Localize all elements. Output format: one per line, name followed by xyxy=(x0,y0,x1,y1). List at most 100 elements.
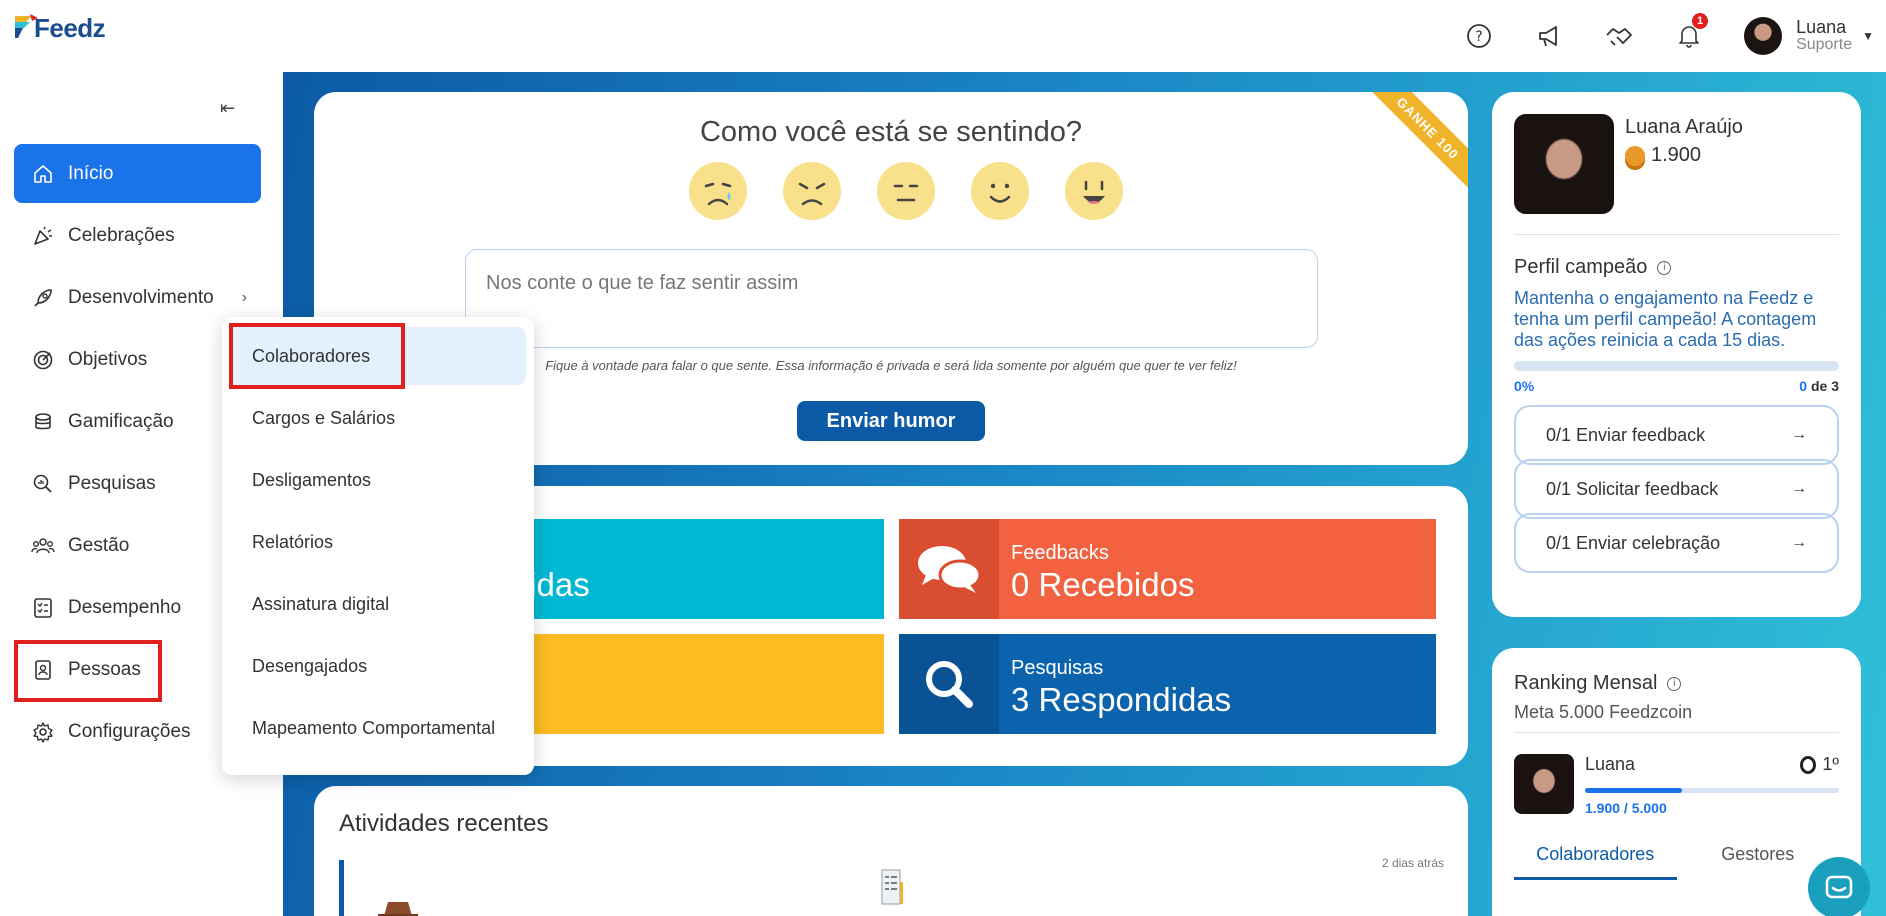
ranking-position: 1º xyxy=(1800,754,1839,775)
coins-icon xyxy=(30,409,56,435)
activities-title: Atividades recentes xyxy=(339,810,549,837)
tab-colaboradores[interactable]: Colaboradores xyxy=(1514,844,1677,880)
request-feedback-action[interactable]: 0/1 Solicitar feedback → xyxy=(1514,459,1839,519)
crying-emoji-icon[interactable] xyxy=(689,162,747,220)
pessoas-submenu: Colaboradores Cargos e Salários Desligam… xyxy=(222,317,534,775)
sidebar-item-celebracoes[interactable]: Celebrações xyxy=(14,206,261,265)
progress-percent: 0% xyxy=(1514,378,1535,394)
logo-text: Feedz xyxy=(34,13,106,43)
help-icon[interactable]: ? xyxy=(1464,21,1494,51)
send-celebration-action[interactable]: 0/1 Enviar celebração → xyxy=(1514,513,1839,573)
medal-icon xyxy=(1800,755,1817,774)
ranking-user-name: Luana xyxy=(1585,754,1636,774)
sidebar-item-label: Celebrações xyxy=(68,224,175,246)
emoji-row xyxy=(689,162,1159,220)
neutral-emoji-icon[interactable] xyxy=(877,162,935,220)
checklist-doc-icon xyxy=(881,869,903,905)
svg-text:?: ? xyxy=(1475,29,1482,45)
collapse-sidebar-icon[interactable]: ⇤ xyxy=(220,98,235,119)
ranking-avatar xyxy=(1514,754,1574,814)
sidebar-item-inicio[interactable]: Início xyxy=(14,144,261,203)
bell-icon[interactable]: 1 xyxy=(1674,13,1709,51)
sidebar-item-label: Objetivos xyxy=(68,348,148,370)
info-icon[interactable]: i xyxy=(1667,676,1682,691)
stats-tile-pesquisas[interactable]: Pesquisas 3 Respondidas xyxy=(899,634,1436,734)
sad-emoji-icon[interactable] xyxy=(783,162,841,220)
gear-icon xyxy=(30,719,56,745)
ranking-position-value: 1º xyxy=(1822,754,1839,774)
profile-card: Luana Araújo 1.900 Perfil campeão i Mant… xyxy=(1492,92,1861,617)
submenu-item-relatorios[interactable]: Relatórios xyxy=(230,513,526,571)
arrow-right-icon: → xyxy=(1791,426,1807,443)
user-menu[interactable]: Luana Suporte ▼ xyxy=(1744,17,1874,55)
submenu-item-assinatura-digital[interactable]: Assinatura digital xyxy=(230,575,526,633)
submenu-item-cargos-salarios[interactable]: Cargos e Salários xyxy=(230,389,526,447)
ranking-title-text: Ranking Mensal xyxy=(1514,672,1658,694)
caret-down-icon: ▼ xyxy=(1862,29,1874,43)
very-happy-emoji-icon[interactable] xyxy=(1065,162,1123,220)
sidebar-item-desenvolvimento[interactable]: Desenvolvimento › xyxy=(14,268,261,327)
send-feedback-action[interactable]: 0/1 Enviar feedback → xyxy=(1514,405,1839,465)
feedz-bird-icon xyxy=(15,14,38,38)
home-icon xyxy=(30,161,56,187)
tile-label: Pesquisas xyxy=(1011,657,1104,679)
mood-textarea[interactable]: Nos conte o que te faz sentir assim xyxy=(465,249,1318,348)
ranking-card: Ranking Mensal i Meta 5.000 Feedzcoin Lu… xyxy=(1492,648,1861,916)
submenu-item-desengajados[interactable]: Desengajados xyxy=(230,637,526,695)
send-mood-button[interactable]: Enviar humor xyxy=(797,401,985,441)
sidebar-item-label: Desempenho xyxy=(68,596,182,618)
sidebar-item-label: Gamificação xyxy=(68,410,174,432)
highlight-pessoas xyxy=(14,640,162,702)
feedz-logo[interactable]: Feedz xyxy=(12,12,106,44)
party-icon xyxy=(30,223,56,249)
profile-coins: 1.900 xyxy=(1625,144,1701,167)
chat-icon xyxy=(1825,875,1853,899)
action-label: 0/1 Enviar celebração xyxy=(1546,532,1721,553)
action-label: 0/1 Solicitar feedback xyxy=(1546,478,1719,499)
activity-timeline-bar xyxy=(339,860,344,916)
arrow-right-icon: → xyxy=(1791,480,1807,497)
ranking-title: Ranking Mensal i xyxy=(1514,672,1682,695)
hat-icon xyxy=(378,902,418,916)
megaphone-icon[interactable] xyxy=(1534,21,1564,51)
info-icon[interactable]: i xyxy=(1657,260,1672,275)
happy-emoji-icon[interactable] xyxy=(971,162,1029,220)
top-header: Feedz ? 1 Luana Suporte ▼ xyxy=(0,0,1886,72)
stats-tile-feedbacks[interactable]: Feedbacks 0 Recebidos xyxy=(899,519,1436,619)
mood-title: Como você está se sentindo? xyxy=(699,116,1083,148)
progress-count: 0 xyxy=(1799,378,1808,394)
checklist-icon xyxy=(30,595,56,621)
divider xyxy=(1514,732,1839,733)
sidebar-item-label: Desenvolvimento xyxy=(68,286,214,308)
target-icon xyxy=(30,347,56,373)
chat-support-button[interactable] xyxy=(1808,857,1870,916)
ranking-score: 1.900 / 5.000 xyxy=(1585,800,1667,816)
submenu-item-desligamentos[interactable]: Desligamentos xyxy=(230,451,526,509)
activities-card: Atividades recentes 2 dias atrás xyxy=(314,786,1468,916)
sidebar-item-label: Pesquisas xyxy=(68,472,156,494)
sidebar-item-label: Gestão xyxy=(68,534,130,556)
ranking-subtitle: Meta 5.000 Feedzcoin xyxy=(1514,702,1693,722)
champion-title-text: Perfil campeão xyxy=(1514,256,1648,278)
profile-photo xyxy=(1514,114,1614,214)
progress-total: de 3 xyxy=(1810,378,1839,394)
ranking-progress-bar xyxy=(1585,788,1839,793)
action-label: 0/1 Enviar feedback xyxy=(1546,424,1706,445)
user-name: Luana xyxy=(1796,17,1847,37)
notification-badge: 1 xyxy=(1692,13,1709,29)
avatar xyxy=(1744,17,1783,55)
coin-balance: 1.900 xyxy=(1651,144,1702,166)
people-icon xyxy=(30,533,56,559)
chevron-right-icon: › xyxy=(241,288,247,306)
arrow-right-icon: → xyxy=(1791,534,1807,551)
tile-value: 3 Respondidas xyxy=(1011,681,1232,718)
ranking-tabs: Colaboradores Gestores xyxy=(1514,844,1839,880)
divider xyxy=(1514,234,1839,235)
submenu-item-mapeamento[interactable]: Mapeamento Comportamental xyxy=(230,699,526,757)
feedzcoin-icon xyxy=(1625,145,1645,166)
handshake-icon[interactable] xyxy=(1604,21,1634,51)
highlight-colaboradores xyxy=(229,323,405,389)
tile-value: 0 Recebidos xyxy=(1011,566,1195,603)
ranking-progress-fill xyxy=(1585,788,1682,793)
profile-name: Luana Araújo xyxy=(1625,116,1743,138)
